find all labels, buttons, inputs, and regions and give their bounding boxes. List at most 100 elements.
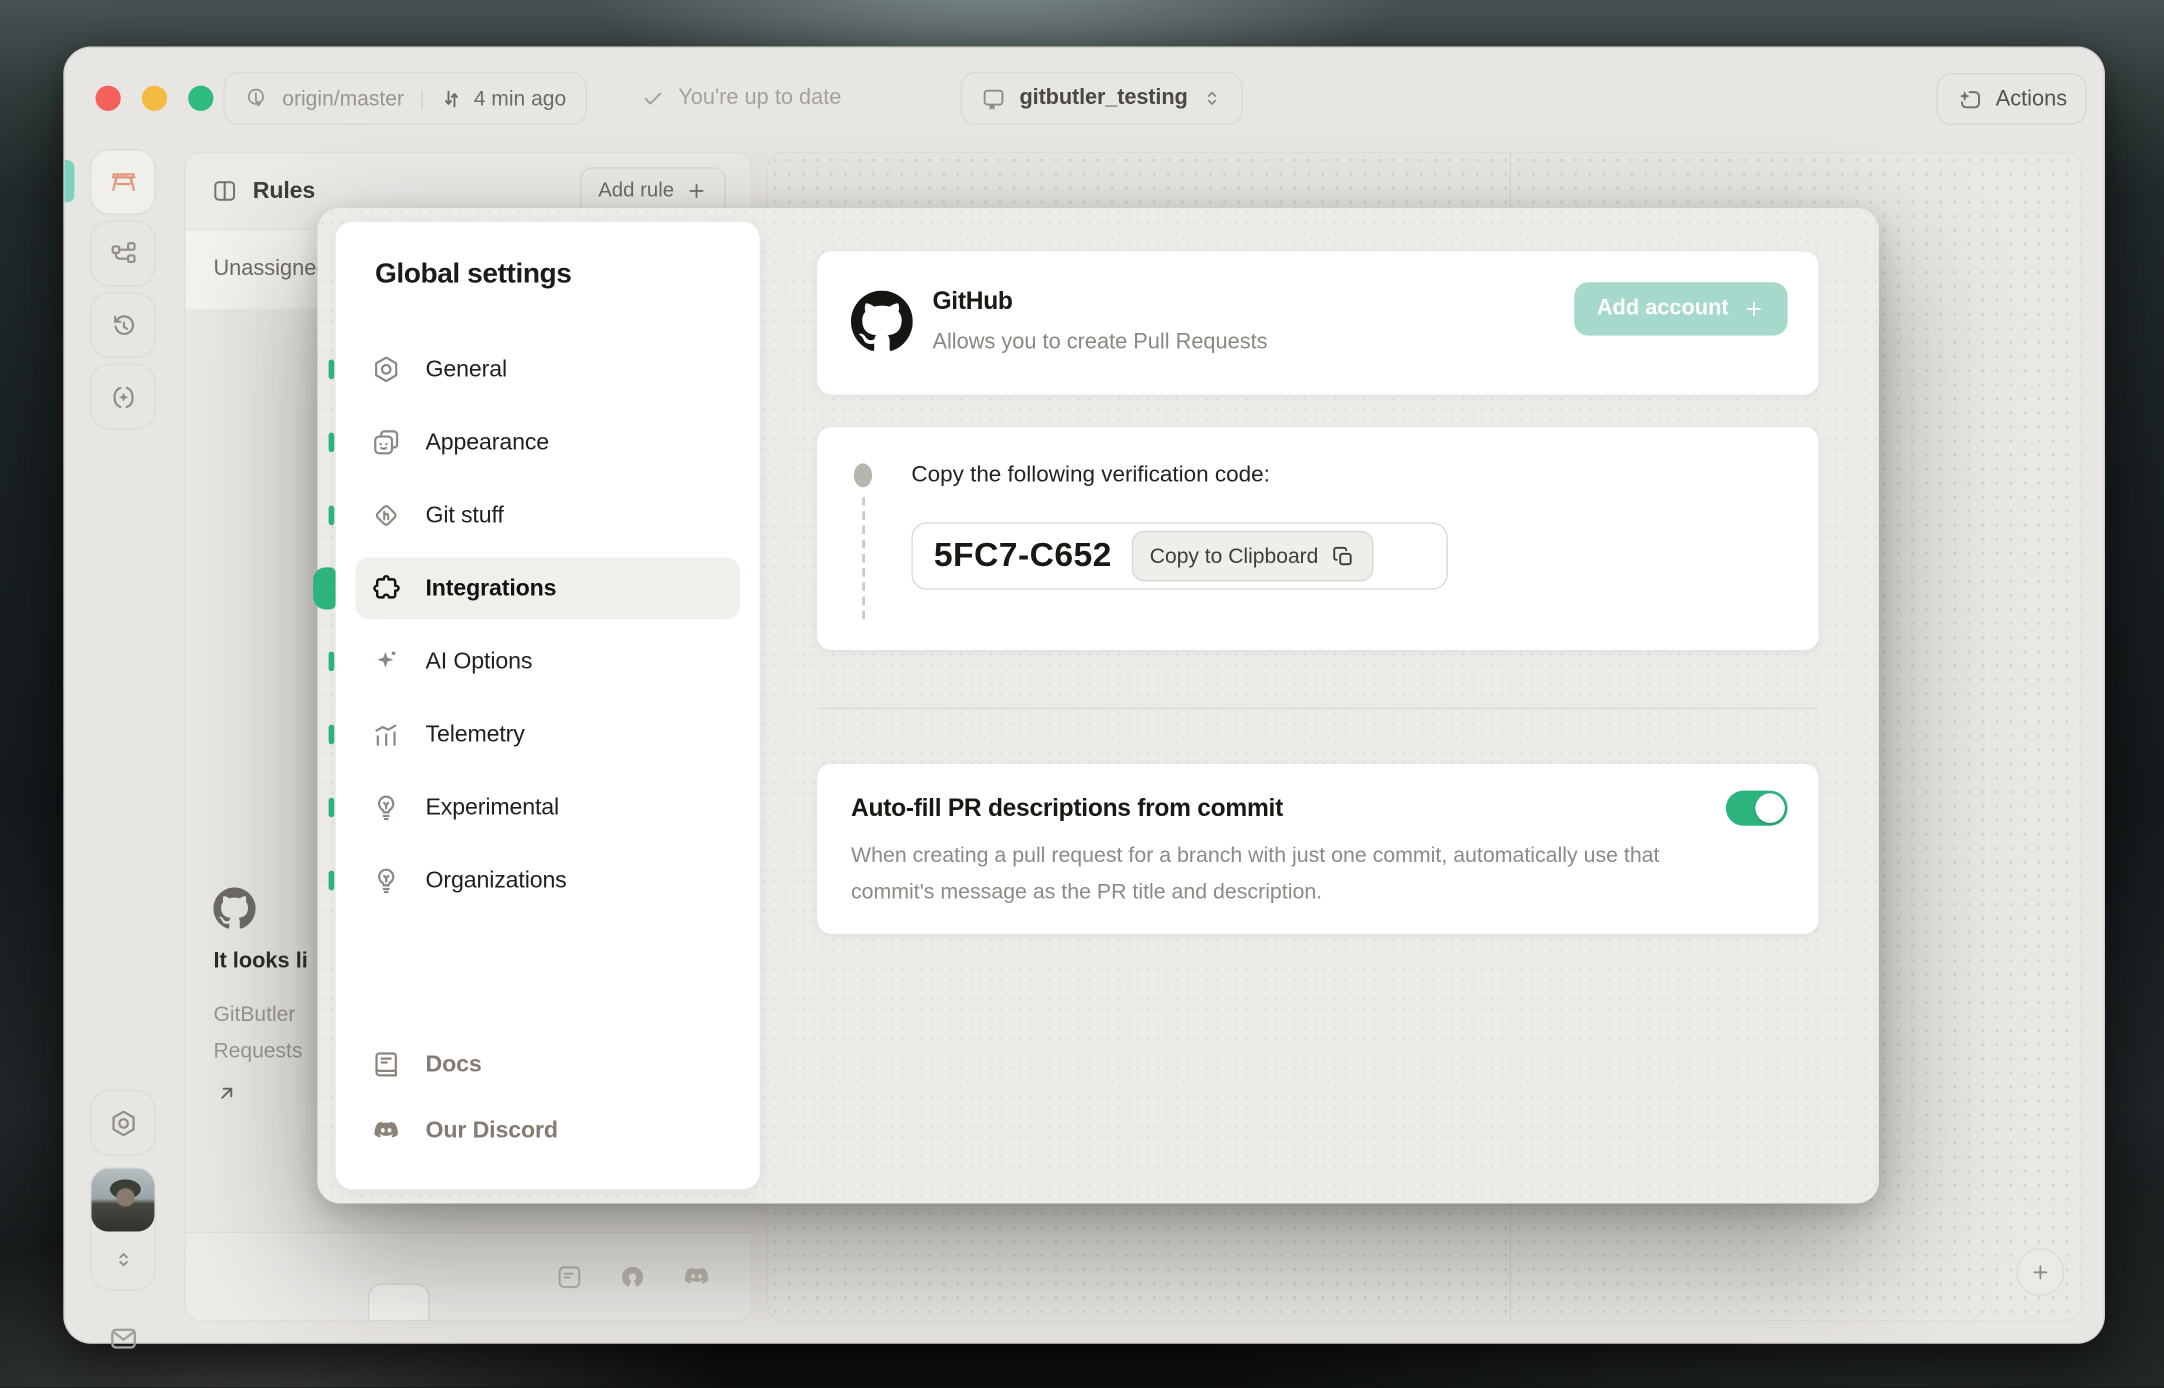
close-window-button[interactable] — [95, 85, 121, 111]
open-source-icon[interactable] — [618, 1262, 647, 1291]
plus-icon — [685, 180, 707, 202]
nav-item-experimental[interactable]: Experimental — [328, 777, 740, 839]
nav-label: Git stuff — [425, 502, 504, 528]
feedback-mail-button[interactable] — [90, 1321, 156, 1355]
rules-panel-footer — [185, 1231, 752, 1320]
left-rail — [89, 148, 156, 435]
nav-label: Our Discord — [425, 1117, 558, 1143]
gear-nut-icon — [107, 1107, 138, 1138]
discord-icon[interactable] — [681, 1261, 712, 1292]
empty-state-line: Requests — [213, 1039, 303, 1064]
nav-item-discord[interactable]: Our Discord — [355, 1100, 740, 1162]
add-account-label: Add account — [1596, 296, 1729, 321]
github-octocat-icon — [850, 290, 913, 353]
top-bar: origin/master | 4 min ago You're up to d… — [65, 48, 2104, 149]
check-icon — [640, 86, 665, 111]
autofill-description: When creating a pull request for a branc… — [850, 843, 1660, 905]
empty-state-title: It looks li — [213, 949, 308, 974]
changelog-icon[interactable] — [555, 1262, 584, 1291]
nav-label: Experimental — [425, 794, 560, 820]
branches-icon — [107, 238, 138, 269]
nav-label: AI Options — [425, 648, 533, 674]
verification-label: Copy the following verification code: — [911, 463, 1270, 488]
nav-item-organizations[interactable]: Organizations — [328, 850, 740, 912]
project-selector[interactable]: gitbutler_testing — [960, 71, 1243, 125]
settings-button[interactable] — [89, 1089, 156, 1156]
project-icon — [980, 85, 1007, 112]
rail-branches-button[interactable] — [89, 220, 156, 287]
sync-icon — [440, 86, 464, 110]
verification-card: Copy the following verification code: 5F… — [817, 426, 1819, 651]
nav-item-git-stuff[interactable]: Git stuff — [328, 484, 740, 546]
profile-switcher[interactable] — [89, 1166, 156, 1291]
nav-indicator — [328, 432, 335, 453]
nav-item-ai-options[interactable]: AI Options — [328, 631, 740, 693]
step-dashed-line — [862, 497, 866, 620]
nav-indicator — [328, 724, 335, 745]
settings-footer-nav: Docs Our Discord — [355, 1034, 740, 1166]
nav-item-docs[interactable]: Docs — [355, 1034, 740, 1096]
columns-icon — [211, 177, 239, 205]
traffic-lights — [95, 85, 214, 111]
section-divider — [817, 707, 1819, 710]
nav-item-appearance[interactable]: Appearance — [328, 411, 740, 473]
step-dot — [853, 463, 873, 488]
autofill-title: Auto-fill PR descriptions from commit — [850, 793, 1283, 822]
up-to-date-status: You're up to date — [640, 72, 841, 125]
copy-to-clipboard-button[interactable]: Copy to Clipboard — [1131, 530, 1374, 582]
drawer-handle[interactable] — [64, 160, 75, 203]
arrow-up-right-icon[interactable] — [213, 1081, 238, 1105]
nav-item-telemetry[interactable]: Telemetry — [328, 704, 740, 766]
rail-assistant-button[interactable] — [89, 363, 156, 430]
autofill-pr-card: Auto-fill PR descriptions from commit Wh… — [817, 763, 1819, 934]
nav-item-integrations[interactable]: Integrations — [313, 557, 741, 620]
nav-indicator — [328, 870, 335, 891]
plus-icon — [1743, 298, 1765, 320]
modal-title: Global settings — [374, 258, 572, 290]
verification-code-box: 5FC7-C652 Copy to Clipboard — [911, 522, 1448, 590]
ai-brackets-icon — [107, 381, 138, 412]
zoom-window-button[interactable] — [188, 85, 214, 111]
sparkle-icon — [371, 646, 402, 677]
github-title: GitHub — [932, 286, 1013, 315]
verification-code: 5FC7-C652 — [933, 536, 1112, 575]
rail-workspace-button[interactable] — [89, 148, 156, 215]
puzzle-icon — [371, 573, 402, 604]
add-lane-button[interactable] — [2016, 1248, 2065, 1297]
lightbulb-icon — [371, 792, 402, 823]
chevrons-updown-icon — [112, 1248, 134, 1270]
toggle-knob — [1755, 793, 1785, 823]
nav-indicator — [328, 797, 335, 818]
minimize-window-button[interactable] — [141, 85, 168, 111]
add-rule-label: Add rule — [598, 179, 675, 203]
remote-branch-label: origin/master — [282, 86, 405, 111]
gear-nut-icon — [371, 354, 402, 385]
chevrons-updown-icon — [1200, 87, 1222, 109]
settings-nav-card: Global settings General Appearance Git s… — [313, 221, 760, 1190]
lightbulb-icon — [371, 865, 402, 896]
sparkle-file-icon — [1956, 85, 1984, 113]
project-name: gitbutler_testing — [1019, 85, 1188, 110]
actions-button[interactable]: Actions — [1936, 73, 2087, 125]
nav-indicator — [328, 359, 335, 380]
add-account-button[interactable]: Add account — [1574, 282, 1788, 336]
copy-button-label: Copy to Clipboard — [1149, 544, 1319, 569]
autofill-toggle[interactable] — [1725, 790, 1788, 826]
nav-label: Telemetry — [425, 721, 525, 747]
nav-indicator — [328, 505, 335, 526]
mask-icon — [371, 427, 402, 458]
up-to-date-label: You're up to date — [678, 85, 842, 110]
rail-history-button[interactable] — [89, 292, 156, 359]
nav-indicator — [328, 651, 335, 672]
gitbutler-window: origin/master | 4 min ago You're up to d… — [63, 46, 2106, 1349]
nav-label: General — [425, 355, 507, 382]
discord-icon — [371, 1115, 402, 1146]
rules-title: Rules — [252, 177, 316, 203]
book-icon — [371, 1049, 402, 1080]
settings-content: GitHub Allows you to create Pull Request… — [817, 251, 1819, 934]
workbench-icon — [106, 165, 140, 199]
remote-status-chip[interactable]: origin/master | 4 min ago — [223, 71, 588, 125]
user-avatar — [91, 1168, 155, 1232]
copy-icon — [1331, 544, 1355, 568]
nav-item-general[interactable]: General — [328, 338, 740, 400]
